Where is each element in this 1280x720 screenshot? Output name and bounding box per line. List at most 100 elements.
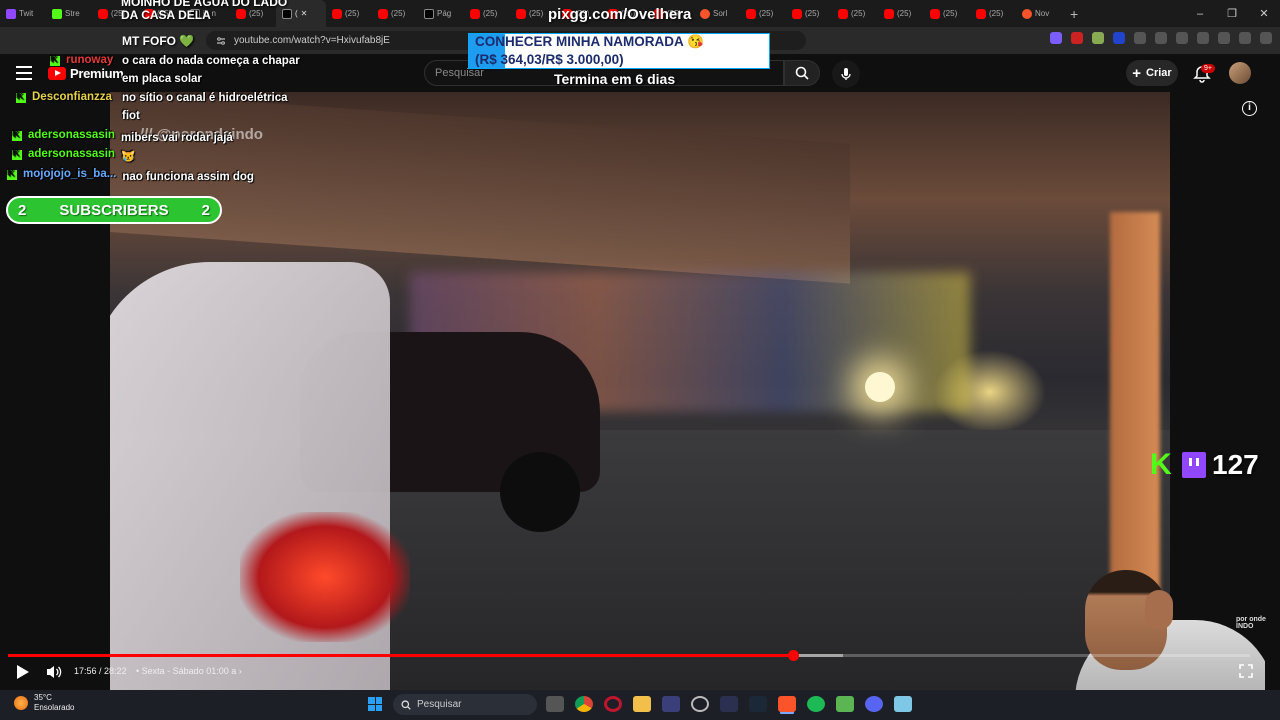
- current-time: 17:56: [74, 666, 97, 676]
- steam-icon[interactable]: [749, 696, 767, 712]
- browser-tab[interactable]: (25): [786, 0, 832, 27]
- chat-username: runoway: [66, 54, 114, 66]
- chat-username: mojojojo_is_ba...: [23, 168, 117, 180]
- browser-tab[interactable]: (25): [832, 0, 878, 27]
- subscribers-counter: 2 SUBSCRIBERS 2: [6, 196, 222, 224]
- opera-icon[interactable]: [604, 696, 622, 712]
- puzzle-icon[interactable]: [1155, 32, 1167, 44]
- browser-tab[interactable]: (25): [924, 0, 970, 27]
- app-icon[interactable]: [662, 696, 680, 712]
- app-icon[interactable]: [691, 696, 709, 712]
- extension-icon[interactable]: [1050, 32, 1062, 44]
- voice-search-button[interactable]: [832, 60, 860, 88]
- youtube-premium-logo[interactable]: Premium: [48, 66, 124, 81]
- info-icon[interactable]: i: [1242, 101, 1257, 116]
- sidebar-icon[interactable]: [1197, 32, 1209, 44]
- chat-text: 😿: [120, 151, 136, 163]
- fullscreen-icon[interactable]: [1239, 664, 1253, 678]
- screen: Twit Stre (25) (25) jb n (25)(✕ (25) (25) Pág (25…: [0, 0, 1280, 720]
- menu-icon[interactable]: [1260, 32, 1272, 44]
- duration: 28:22: [104, 666, 127, 676]
- site-settings-icon[interactable]: [216, 36, 226, 46]
- browser-tab[interactable]: (25): [372, 0, 418, 27]
- kick-logo-icon: K: [1150, 448, 1172, 481]
- file-explorer-icon[interactable]: [633, 696, 651, 712]
- chrome-icon[interactable]: [575, 696, 593, 712]
- extension-icon[interactable]: [1092, 32, 1104, 44]
- youtube-favicon-icon: [930, 8, 940, 19]
- kick-badge-icon: [12, 148, 22, 160]
- chapter-title[interactable]: • Sexta - Sábado 01:00 a ›: [136, 666, 242, 676]
- close-window-button[interactable]: ✕: [1248, 0, 1280, 27]
- close-tab-icon[interactable]: ✕: [301, 9, 308, 18]
- kick-favicon-icon: [52, 8, 62, 19]
- new-tab-button[interactable]: +: [1062, 6, 1086, 22]
- browser-tab[interactable]: Pág: [418, 0, 464, 27]
- weather-widget[interactable]: 35°C Ensolarado: [14, 693, 74, 713]
- minimize-button[interactable]: –: [1184, 0, 1216, 27]
- app-icon[interactable]: [836, 696, 854, 712]
- brave-favicon-icon: [700, 8, 710, 19]
- chat-text: nao funciona assim dog: [122, 171, 254, 183]
- browser-tab[interactable]: Stre: [46, 0, 92, 27]
- chat-message: Desconfianzza no sítio o canal é hidroel…: [16, 91, 288, 122]
- video-player[interactable]: /// @porondeindo: [110, 92, 1170, 690]
- music-icon[interactable]: [1176, 32, 1188, 44]
- youtube-favicon-icon: [792, 8, 802, 19]
- extension-icon[interactable]: [1134, 32, 1146, 44]
- search-button[interactable]: [784, 60, 820, 86]
- video-frame-pillar: [1110, 212, 1160, 592]
- discord-icon[interactable]: [865, 696, 883, 712]
- notepad-icon[interactable]: [894, 696, 912, 712]
- viewer-counter: K 127: [1150, 449, 1259, 481]
- kick-badge-icon: [12, 129, 22, 141]
- browser-tab[interactable]: (25): [970, 0, 1016, 27]
- extension-icon[interactable]: [1113, 32, 1125, 44]
- wallet-icon[interactable]: [1218, 32, 1230, 44]
- youtube-favicon-icon: [516, 8, 526, 19]
- video-progress-bar[interactable]: [8, 650, 1250, 661]
- browser-tab[interactable]: (25): [740, 0, 786, 27]
- microphone-icon: [841, 68, 851, 80]
- browser-tab[interactable]: Nov: [1016, 0, 1062, 27]
- browser-tab[interactable]: (25): [464, 0, 510, 27]
- account-avatar[interactable]: [1229, 62, 1251, 84]
- extension-icon[interactable]: [1071, 32, 1083, 44]
- browser-tab[interactable]: (25): [326, 0, 372, 27]
- browser-tab-label: Twit: [19, 9, 34, 18]
- temperature: 35°C: [34, 693, 52, 702]
- pix-title: pixgg.com/Ovelhera: [548, 6, 692, 23]
- search-icon: [795, 66, 809, 80]
- chat-message: adersonassasin 😿: [12, 148, 135, 166]
- taskbar-search[interactable]: Pesquisar: [393, 694, 537, 715]
- browser-tab-label: (25): [989, 9, 1004, 18]
- plus-icon: +: [1132, 64, 1142, 82]
- youtube-favicon-icon: [378, 8, 388, 19]
- create-button[interactable]: + Criar: [1126, 60, 1178, 86]
- spotify-icon[interactable]: [807, 696, 825, 712]
- youtube-favicon-icon: [976, 8, 986, 19]
- donation-message: MOINHO DE ÁGUA DO LADO DA CASA DELA: [121, 0, 288, 22]
- donation-user-name: MT FOFO: [122, 34, 176, 48]
- play-icon[interactable]: [16, 664, 30, 680]
- youtube-favicon-icon: [838, 8, 848, 19]
- shield-icon[interactable]: [1239, 32, 1251, 44]
- windows-start-icon[interactable]: [368, 697, 382, 711]
- chat-text: o cara do nada começa a chapar em placa …: [122, 55, 300, 85]
- search-icon: [401, 699, 411, 710]
- maximize-button[interactable]: ❐: [1216, 0, 1248, 27]
- progress-scrubber[interactable]: [787, 650, 799, 661]
- app-icon[interactable]: [720, 696, 738, 712]
- brave-icon[interactable]: [778, 696, 796, 712]
- browser-tab[interactable]: (25): [878, 0, 924, 27]
- progress-played: [8, 654, 793, 657]
- heart-icon: 💚: [179, 34, 195, 48]
- sun-icon: [14, 696, 28, 710]
- task-view-icon[interactable]: [546, 696, 564, 712]
- subs-label: SUBSCRIBERS: [59, 201, 169, 219]
- browser-tab[interactable]: Sorl: [694, 0, 740, 27]
- browser-tab-label: (25): [943, 9, 958, 18]
- volume-icon[interactable]: [46, 664, 62, 680]
- browser-tab[interactable]: Twit: [0, 0, 46, 27]
- hamburger-menu-icon[interactable]: [16, 66, 32, 80]
